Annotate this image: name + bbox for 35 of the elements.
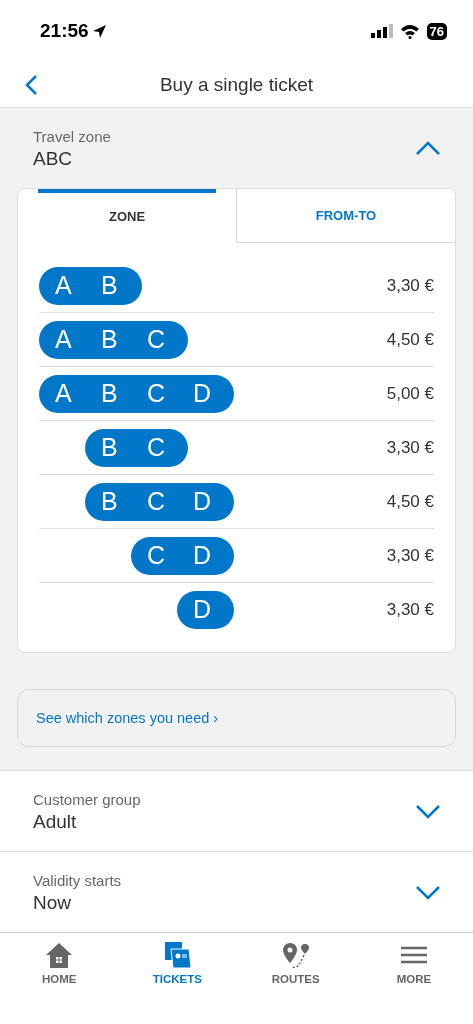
- price: 3,30 €: [386, 437, 434, 458]
- wifi-icon: [399, 23, 420, 39]
- price: 3,30 €: [386, 275, 434, 296]
- tab[interactable]: FROM-TO: [236, 189, 455, 243]
- tickets-icon: [163, 941, 192, 969]
- route-pins-icon: [280, 941, 311, 969]
- price: 4,50 €: [386, 329, 434, 350]
- zone-pill[interactable]: A B C D: [39, 374, 234, 413]
- price: 3,30 €: [386, 545, 434, 566]
- nav-tab[interactable]: ROUTES: [236, 941, 355, 985]
- field-label: Travel zone: [33, 128, 111, 145]
- field-value: Adult: [33, 811, 78, 833]
- signal-icon: [370, 24, 393, 38]
- location-arrow-icon: [91, 23, 107, 39]
- price: 5,00 €: [386, 383, 434, 404]
- field-label: Validity starts: [33, 872, 122, 889]
- zones-link[interactable]: See which zones you need ›: [36, 710, 219, 727]
- battery-level: 76: [426, 22, 447, 40]
- zone-pill[interactable]: A B: [39, 266, 142, 305]
- clock-time: 21:56: [40, 20, 89, 42]
- zone-pill[interactable]: C D: [131, 536, 234, 575]
- price: 3,30 €: [386, 599, 434, 620]
- screen-title: Buy a single ticket: [158, 73, 315, 96]
- nav-tab[interactable]: TICKETS: [118, 941, 237, 985]
- zone-pill[interactable]: A B C: [39, 320, 188, 359]
- field-label: Customer group: [33, 791, 141, 808]
- field-value: ABC: [33, 148, 74, 170]
- zone-pill[interactable]: B C D: [85, 482, 234, 521]
- nav-tab[interactable]: HOME: [0, 941, 119, 985]
- field-value: Now: [33, 892, 72, 914]
- nav-tab[interactable]: MORE: [354, 941, 473, 985]
- house-icon: [45, 941, 74, 969]
- zone-pill[interactable]: D: [177, 590, 234, 629]
- zone-pill[interactable]: B C: [85, 428, 188, 467]
- price: 4,50 €: [386, 491, 434, 512]
